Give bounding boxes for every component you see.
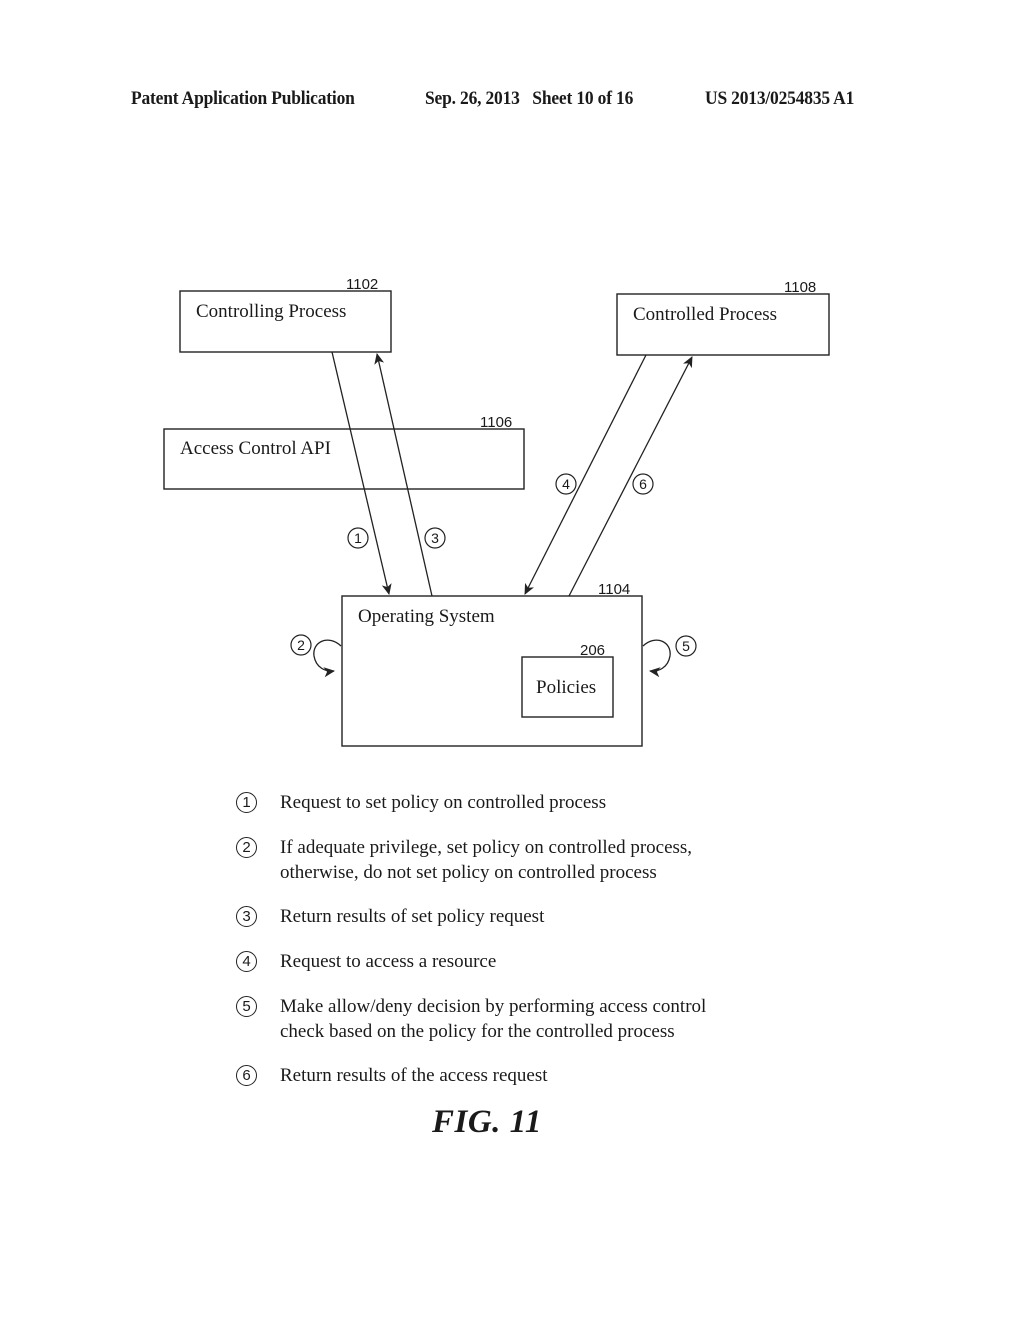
legend-text-1: Request to set policy on controlled proc… <box>280 792 607 813</box>
self-loop-step-2 <box>313 639 342 678</box>
controlling-process-label: Controlling Process <box>196 301 346 322</box>
legend-text-3: Return results of set policy request <box>280 906 545 927</box>
policies-label: Policies <box>536 677 596 698</box>
controlled-process-box: Controlled Process 1108 <box>616 279 830 356</box>
svg-text:5: 5 <box>682 638 690 654</box>
legend-number-6: 6 <box>236 1065 257 1086</box>
step-marker-3: 3 <box>424 527 446 549</box>
self-loop-step-5 <box>642 639 671 678</box>
ref-206: 206 <box>580 642 605 659</box>
controlling-process-box: Controlling Process 1102 <box>179 276 392 353</box>
arrow-step-6 <box>568 356 693 597</box>
access-control-api-box: Access Control API 1106 <box>163 414 525 490</box>
step-marker-4: 4 <box>555 473 577 495</box>
step-marker-5: 5 <box>675 635 697 657</box>
legend-text-5: Make allow/deny decision by performing a… <box>280 996 707 1042</box>
legend-number-2: 2 <box>236 837 257 858</box>
legend-number-1: 1 <box>236 792 257 813</box>
ref-1108: 1108 <box>784 279 816 296</box>
step-marker-6: 6 <box>632 473 654 495</box>
access-control-api-label: Access Control API <box>180 438 331 459</box>
legend-text-6: Return results of the access request <box>280 1065 548 1086</box>
svg-text:2: 2 <box>297 637 305 653</box>
ref-1104: 1104 <box>598 581 630 598</box>
svg-text:6: 6 <box>639 476 647 492</box>
legend-number-3: 3 <box>236 906 257 927</box>
legend-text-2: If adequate privilege, set policy on con… <box>280 837 693 883</box>
figure-label: FIG. 11 <box>432 1104 542 1140</box>
legend-number-4: 4 <box>236 951 257 972</box>
legend-text-4: Request to access a resource <box>280 951 497 972</box>
svg-text:1: 1 <box>354 530 362 546</box>
ref-1106: 1106 <box>480 414 512 431</box>
arrow-step-4 <box>524 354 647 595</box>
step-marker-2: 2 <box>290 634 312 656</box>
svg-text:4: 4 <box>562 476 570 492</box>
ref-1102: 1102 <box>346 276 378 293</box>
legend-number-5: 5 <box>236 996 257 1017</box>
controlled-process-label: Controlled Process <box>633 304 777 325</box>
operating-system-label: Operating System <box>358 606 495 627</box>
svg-text:3: 3 <box>431 530 439 546</box>
step-marker-1: 1 <box>347 527 369 549</box>
